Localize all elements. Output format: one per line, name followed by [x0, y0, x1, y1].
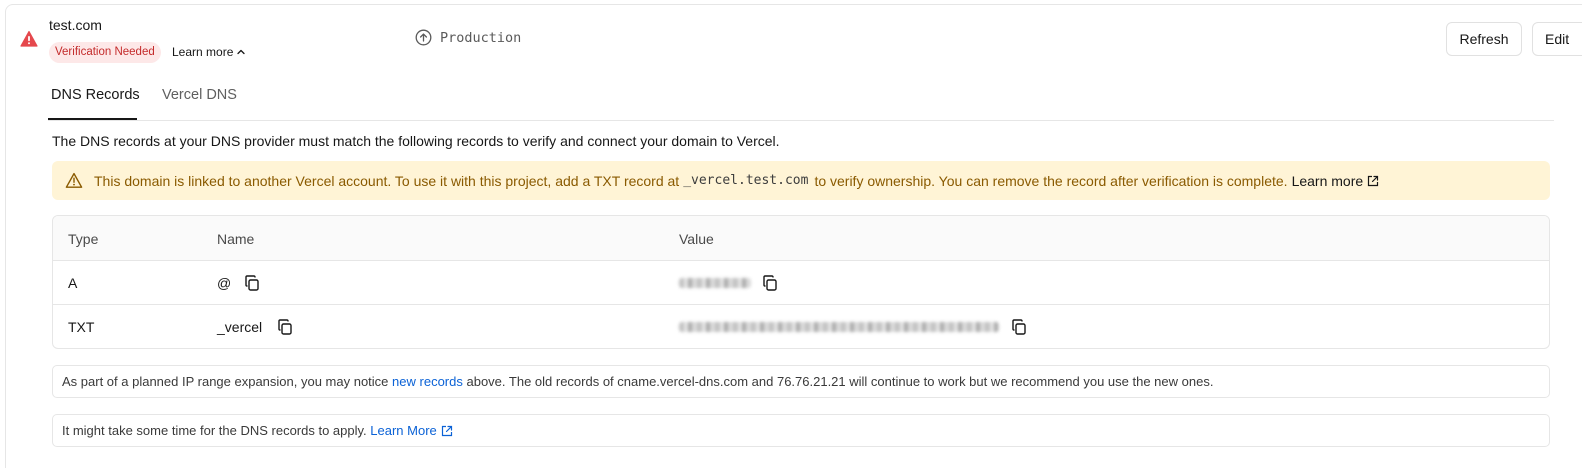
- new-records-link[interactable]: new records: [392, 374, 463, 389]
- header-value: Value: [679, 231, 714, 247]
- edit-button[interactable]: Edit: [1532, 22, 1582, 56]
- tab-bar: DNS Records Vercel DNS: [48, 80, 1554, 121]
- warning-triangle-icon: [65, 172, 83, 188]
- external-link-icon: [441, 425, 452, 436]
- copy-icon[interactable]: [761, 274, 779, 292]
- dns-intro-text: The DNS records at your DNS provider mus…: [52, 133, 780, 149]
- ip-expansion-note: As part of a planned IP range expansion,…: [52, 365, 1550, 398]
- record-name: _vercel: [217, 319, 263, 335]
- propagation-learn-more-label: Learn More: [370, 423, 437, 438]
- domain-name[interactable]: test.com: [49, 17, 102, 33]
- dns-records-table: Type Name Value A @ TXT _vercel: [52, 215, 1550, 349]
- propagation-text: It might take some time for the DNS reco…: [62, 423, 367, 438]
- redacted-value: [679, 278, 751, 288]
- ownership-warning: This domain is linked to another Vercel …: [52, 161, 1550, 200]
- environment-name: Production: [440, 29, 522, 46]
- warning-text-after: to verify ownership. You can remove the …: [814, 172, 1288, 189]
- propagation-note: It might take some time for the DNS reco…: [52, 414, 1550, 447]
- copy-icon[interactable]: [276, 318, 294, 336]
- chevron-up-icon: [237, 49, 246, 55]
- ip-note-after: above. The old records of cname.vercel-d…: [466, 374, 1214, 389]
- learn-more-label: Learn more: [172, 45, 234, 59]
- learn-more-toggle[interactable]: Learn more: [172, 45, 246, 59]
- record-type: A: [68, 275, 78, 291]
- ip-note-before: As part of a planned IP range expansion,…: [62, 374, 389, 389]
- status-badge: Verification Needed: [49, 42, 161, 63]
- error-triangle-icon: [20, 30, 38, 47]
- header-type: Type: [68, 231, 99, 247]
- tab-vercel-dns[interactable]: Vercel DNS: [162, 87, 237, 103]
- table-row: A @: [53, 261, 1549, 305]
- propagation-learn-more-link[interactable]: Learn More: [370, 415, 452, 446]
- warning-learn-more-label: Learn more: [1291, 172, 1364, 189]
- active-tab-indicator: [48, 118, 137, 120]
- tab-dns-records[interactable]: DNS Records: [51, 87, 140, 103]
- arrow-up-circle-icon: [415, 29, 432, 46]
- redacted-value: [679, 322, 999, 332]
- copy-icon[interactable]: [243, 274, 261, 292]
- copy-icon[interactable]: [1010, 318, 1028, 336]
- table-row: TXT _vercel: [53, 305, 1549, 348]
- txt-record-host: _vercel.test.com: [683, 173, 809, 188]
- header-name: Name: [217, 231, 255, 247]
- external-link-icon: [1368, 175, 1379, 186]
- environment-label: Production: [415, 29, 521, 46]
- record-name: @: [217, 275, 232, 291]
- table-header: Type Name Value: [53, 216, 1549, 261]
- record-type: TXT: [68, 319, 95, 335]
- warning-learn-more-link[interactable]: Learn more: [1292, 173, 1391, 189]
- warning-text-before: This domain is linked to another Vercel …: [94, 172, 680, 189]
- refresh-button[interactable]: Refresh: [1446, 22, 1522, 56]
